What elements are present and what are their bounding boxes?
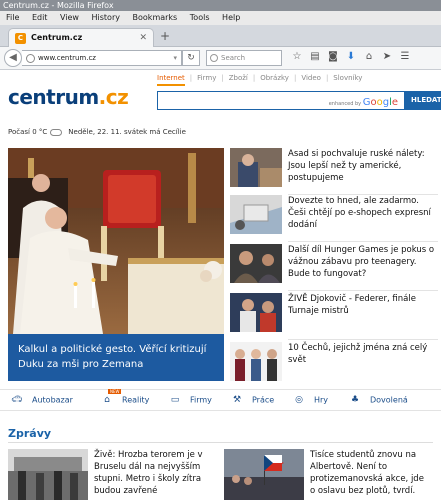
news-thumbnail xyxy=(230,148,282,187)
url-dropdown-icon[interactable]: ▾ xyxy=(173,51,177,66)
news-headline[interactable]: Asad si pochvaluje ruské nálety: Jsou le… xyxy=(288,148,438,184)
divider xyxy=(288,241,438,242)
zpravy-thumbnail xyxy=(8,449,88,500)
tab-internet[interactable]: Internet xyxy=(157,74,185,82)
hero-image xyxy=(8,148,224,334)
news-item[interactable]: 10 Čechů, jejichž jména zná celý svět xyxy=(230,342,441,387)
house-icon: ⌂ xyxy=(104,395,110,405)
folder-icon: ▭ xyxy=(170,395,180,405)
window-title: Centrum.cz - Mozilla Firefox xyxy=(0,0,441,11)
send-icon[interactable]: ➤ xyxy=(378,51,396,62)
globe-icon xyxy=(26,54,35,63)
url-bar[interactable]: www.centrum.cz ▾ xyxy=(22,50,182,66)
logo-tld: .cz xyxy=(98,85,129,109)
service-autobazar[interactable]: 🚗︎ Autobazar xyxy=(8,395,73,405)
nav-bar: ◀ www.centrum.cz ▾ ↻ Search ☆ ▤ ◙ ⬇ ⌂ ➤ ☰ xyxy=(0,47,441,70)
menu-edit[interactable]: Edit xyxy=(32,11,48,25)
news-thumbnail xyxy=(230,342,282,381)
news-thumbnail xyxy=(230,293,282,332)
menu-icon[interactable]: ☰ xyxy=(396,51,414,62)
news-headline[interactable]: 10 Čechů, jejichž jména zná celý svět xyxy=(288,342,438,366)
browser-tab[interactable]: C Centrum.cz ✕ xyxy=(8,28,154,47)
news-thumbnail xyxy=(230,244,282,283)
bookmark-star-icon[interactable]: ☆ xyxy=(288,51,306,62)
tools-icon: ⚒ xyxy=(232,395,242,405)
tab-strip: C Centrum.cz ✕ + xyxy=(0,25,441,47)
search-icon xyxy=(210,54,218,62)
news-item[interactable]: Dovezte to hned, ale zadarmo. Češi chtěj… xyxy=(230,195,441,242)
site-search-input[interactable]: enhanced by Google xyxy=(157,91,405,110)
tab-zbozi[interactable]: Zboží xyxy=(229,74,248,82)
menu-file[interactable]: File xyxy=(6,11,19,25)
zpravy-item[interactable]: Živě: Hrozba terorem je v Bruselu dál na… xyxy=(8,449,218,500)
date-nameday: Neděle, 22. 11. svátek má Cecílie xyxy=(68,128,186,136)
service-reality[interactable]: NEW ⌂ Reality xyxy=(98,389,149,405)
menu-history[interactable]: History xyxy=(92,11,120,25)
web-page: Internet | Firmy | Zboží | Obrázky | Video | Slovn… xyxy=(0,71,441,500)
browser-window: Centrum.cz - Mozilla Firefox File Edit V… xyxy=(0,0,441,500)
service-hry[interactable]: ◎ Hry xyxy=(290,395,328,405)
enhanced-by-google: enhanced by Google xyxy=(328,97,398,108)
hero-caption[interactable]: Kalkul a politické gesto. Věřící kritizu… xyxy=(8,334,224,381)
zpravy-item[interactable]: Tisíce studentů znovu na Albertově. Není… xyxy=(224,449,434,500)
back-button[interactable]: ◀ xyxy=(4,49,22,67)
divider xyxy=(288,290,438,291)
services-bar: 🚗︎ Autobazar NEW ⌂ Reality ▭ Firmy ⚒ Práce ◎ H… xyxy=(0,389,441,411)
menu-view[interactable]: View xyxy=(60,11,79,25)
tab-obrazky[interactable]: Obrázky xyxy=(260,74,289,82)
close-tab-icon[interactable]: ✕ xyxy=(139,29,147,47)
palm-icon: ♣ xyxy=(350,395,360,405)
zpravy-headline[interactable]: Tisíce studentů znovu na Albertově. Není… xyxy=(310,449,430,497)
gamepad-icon: ◎ xyxy=(295,395,303,405)
menu-tools[interactable]: Tools xyxy=(190,11,210,25)
google-logo: Google xyxy=(362,97,398,108)
favicon-icon: C xyxy=(15,33,26,44)
section-tabs: Internet | Firmy | Zboží | Obrázky | Video | Slovn… xyxy=(157,74,367,86)
reading-list-icon[interactable]: ▤ xyxy=(306,51,324,62)
service-dovolena[interactable]: ♣ Dovolená xyxy=(346,395,408,405)
zpravy-thumbnail xyxy=(224,449,304,500)
pocket-icon[interactable]: ◙ xyxy=(324,51,342,62)
reload-button[interactable]: ↻ xyxy=(182,50,200,66)
new-badge: NEW xyxy=(108,389,122,394)
divider xyxy=(288,339,438,340)
news-item[interactable]: ŽIVĚ Djokovič - Federer, finále Turnaje … xyxy=(230,293,441,340)
section-heading-zpravy[interactable]: Zprávy xyxy=(8,427,51,440)
menu-bookmarks[interactable]: Bookmarks xyxy=(133,11,178,25)
cloud-icon xyxy=(50,128,63,136)
new-tab-icon[interactable]: + xyxy=(160,29,170,43)
toolbar-icons: ☆ ▤ ◙ ⬇ ⌂ ➤ ☰ xyxy=(288,51,414,62)
url-text: www.centrum.cz xyxy=(38,54,96,62)
service-prace[interactable]: ⚒ Práce xyxy=(228,395,274,405)
menu-help[interactable]: Help xyxy=(222,11,240,25)
weather-text[interactable]: Počasí 0 °C xyxy=(8,128,47,136)
menu-bar: File Edit View History Bookmarks Tools H… xyxy=(0,11,441,25)
car-icon: 🚗︎ xyxy=(11,395,23,405)
news-item[interactable]: Asad si pochvaluje ruské nálety: Jsou le… xyxy=(230,148,441,195)
news-headline[interactable]: Další díl Hunger Games je pokus o vážnou… xyxy=(288,244,438,280)
tab-slovniky[interactable]: Slovníky xyxy=(333,74,362,82)
download-icon[interactable]: ⬇ xyxy=(342,51,360,62)
tab-firmy[interactable]: Firmy xyxy=(197,74,216,82)
hero-article[interactable]: Kalkul a politické gesto. Věřící kritizu… xyxy=(8,148,224,381)
service-firmy[interactable]: ▭ Firmy xyxy=(166,395,212,405)
active-tab-underline xyxy=(157,84,185,86)
search-placeholder: Search xyxy=(221,54,246,62)
tab-title: Centrum.cz xyxy=(31,33,83,42)
tab-video[interactable]: Video xyxy=(301,74,321,82)
divider xyxy=(8,442,433,443)
news-item[interactable]: Další díl Hunger Games je pokus o vážnou… xyxy=(230,244,441,291)
weather-bar: Počasí 0 °C Neděle, 22. 11. svátek má Cec… xyxy=(8,128,186,136)
search-button[interactable]: HLEDAT xyxy=(405,91,441,110)
news-thumbnail xyxy=(230,195,282,234)
browser-search-input[interactable]: Search xyxy=(206,50,282,66)
news-headline[interactable]: ŽIVĚ Djokovič - Federer, finále Turnaje … xyxy=(288,293,438,317)
home-icon[interactable]: ⌂ xyxy=(360,51,378,62)
centrum-logo[interactable]: centrum.cz xyxy=(8,85,129,109)
news-headline[interactable]: Dovezte to hned, ale zadarmo. Češi chtěj… xyxy=(288,195,438,231)
zpravy-headline[interactable]: Živě: Hrozba terorem je v Bruselu dál na… xyxy=(94,449,214,497)
